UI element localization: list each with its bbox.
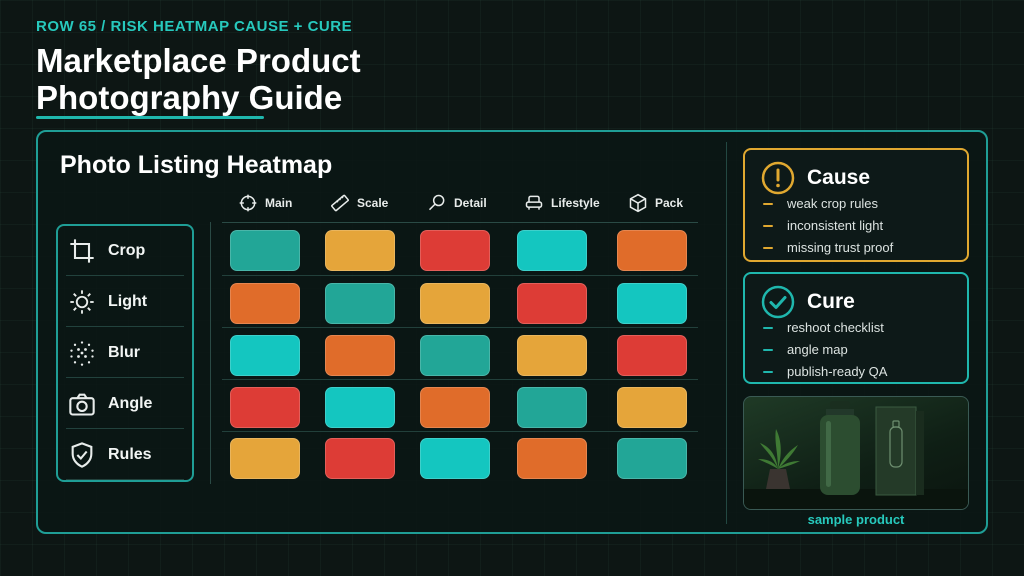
panel-divider <box>726 142 727 524</box>
row-label-blur: Blur <box>66 328 184 378</box>
heatmap-cell-rules-main <box>230 438 300 479</box>
column-label: Main <box>265 196 293 210</box>
grid-row-rule <box>222 379 698 380</box>
grid-row-rule <box>222 431 698 432</box>
list-item: weak crop rules <box>763 193 893 215</box>
plant-pot-shape <box>766 469 790 489</box>
heatmap-cell-crop-scale <box>325 230 395 271</box>
column-label: Scale <box>357 196 389 210</box>
column-label: Detail <box>454 196 487 210</box>
kicker-label: ROW 65 / RISK HEATMAP CAUSE + CURE <box>36 18 353 35</box>
row-label-text: Blur <box>108 343 140 361</box>
row-label-text: Light <box>108 292 148 310</box>
row-label-text: Crop <box>108 241 146 259</box>
heatmap-cell-blur-scale <box>325 335 395 376</box>
heatmap-cell-crop-detail <box>420 230 490 271</box>
page-title-line-2: Photography Guide <box>36 79 343 116</box>
heatmap-title: Photo Listing Heatmap <box>60 151 333 179</box>
crop-icon <box>70 238 94 263</box>
column-label: Pack <box>655 196 684 210</box>
heatmap-cell-rules-pack <box>617 438 687 479</box>
grid-row-rule <box>222 327 698 328</box>
row-label-angle: Angle <box>66 379 184 429</box>
row-label-light: Light <box>66 277 184 327</box>
column-header-detail: Detail <box>427 192 487 214</box>
shield-check-icon <box>71 441 93 468</box>
cause-list: weak crop rules inconsistent light missi… <box>763 193 893 259</box>
heatmap-cell-light-scale <box>325 283 395 324</box>
heatmap-cell-blur-pack <box>617 335 687 376</box>
heatmap-cell-light-main <box>230 283 300 324</box>
box-icon <box>629 193 647 213</box>
list-item: inconsistent light <box>763 215 893 237</box>
heatmap-cell-angle-lifestyle <box>517 387 587 428</box>
page-title: Marketplace Product Photography Guide <box>36 42 361 116</box>
armchair-icon <box>525 195 543 210</box>
package-box-shape <box>875 406 917 496</box>
cure-item: reshoot checklist <box>787 320 884 335</box>
camera-icon <box>69 393 95 416</box>
sun-icon <box>70 289 94 314</box>
check-circle-icon <box>761 285 795 319</box>
grid-divider <box>210 222 211 484</box>
sample-product-caption: sample product <box>807 512 905 527</box>
heatmap-cell-angle-detail <box>420 387 490 428</box>
column-header-rule <box>222 222 698 223</box>
heatmap-cell-rules-detail <box>420 438 490 479</box>
heatmap-cell-angle-main <box>230 387 300 428</box>
heatmap-cell-light-lifestyle <box>517 283 587 324</box>
heatmap-cell-blur-detail <box>420 335 490 376</box>
cause-card: Cause weak crop rules inconsistent light… <box>743 148 969 262</box>
product-illustration <box>744 401 968 509</box>
blur-dots-icon <box>70 340 94 366</box>
row-label-crop: Crop <box>66 226 184 276</box>
heatmap-cell-rules-scale <box>325 438 395 479</box>
crosshair-icon <box>239 194 257 212</box>
heatmap-cell-light-detail <box>420 283 490 324</box>
page-title-line-1: Marketplace Product <box>36 42 361 79</box>
column-header-main: Main <box>238 192 292 214</box>
list-item: missing trust proof <box>763 237 893 259</box>
heatmap-cell-crop-pack <box>617 230 687 271</box>
row-label-text: Rules <box>108 445 152 463</box>
row-label-rules: Rules <box>66 430 184 480</box>
column-header-lifestyle: Lifestyle <box>524 192 600 214</box>
cause-item: missing trust proof <box>787 240 894 255</box>
heatmap-cell-angle-pack <box>617 387 687 428</box>
heatmap-cell-blur-main <box>230 335 300 376</box>
heatmap-cell-crop-lifestyle <box>517 230 587 271</box>
column-label: Lifestyle <box>551 196 600 210</box>
cure-card: Cure reshoot checklist angle map publish… <box>743 272 969 384</box>
heatmap-cell-rules-lifestyle <box>517 438 587 479</box>
list-item: reshoot checklist <box>763 317 887 339</box>
bottle-cap-shape <box>830 401 850 409</box>
cause-item: inconsistent light <box>787 218 884 233</box>
magnifier-icon <box>428 194 445 211</box>
column-header-scale: Scale <box>330 192 388 214</box>
heatmap-cell-crop-main <box>230 230 300 271</box>
sample-product-photo <box>743 396 969 510</box>
cause-title: Cause <box>807 166 871 189</box>
ruler-icon <box>331 194 349 212</box>
cure-item: publish-ready QA <box>787 364 888 379</box>
column-header-pack: Pack <box>628 192 683 214</box>
grid-row-rule <box>222 275 698 276</box>
list-item: angle map <box>763 339 887 361</box>
cure-item: angle map <box>787 342 848 357</box>
heatmap-cell-angle-scale <box>325 387 395 428</box>
title-underline <box>36 116 264 119</box>
list-item: publish-ready QA <box>763 361 887 383</box>
plant-leaves-shape <box>758 429 800 469</box>
cause-item: weak crop rules <box>787 196 879 211</box>
cure-list: reshoot checklist angle map publish-read… <box>763 317 887 383</box>
heatmap-cell-blur-lifestyle <box>517 335 587 376</box>
row-label-text: Angle <box>108 394 153 412</box>
cure-title: Cure <box>807 290 855 313</box>
warning-circle-icon <box>761 161 795 195</box>
heatmap-cell-light-pack <box>617 283 687 324</box>
